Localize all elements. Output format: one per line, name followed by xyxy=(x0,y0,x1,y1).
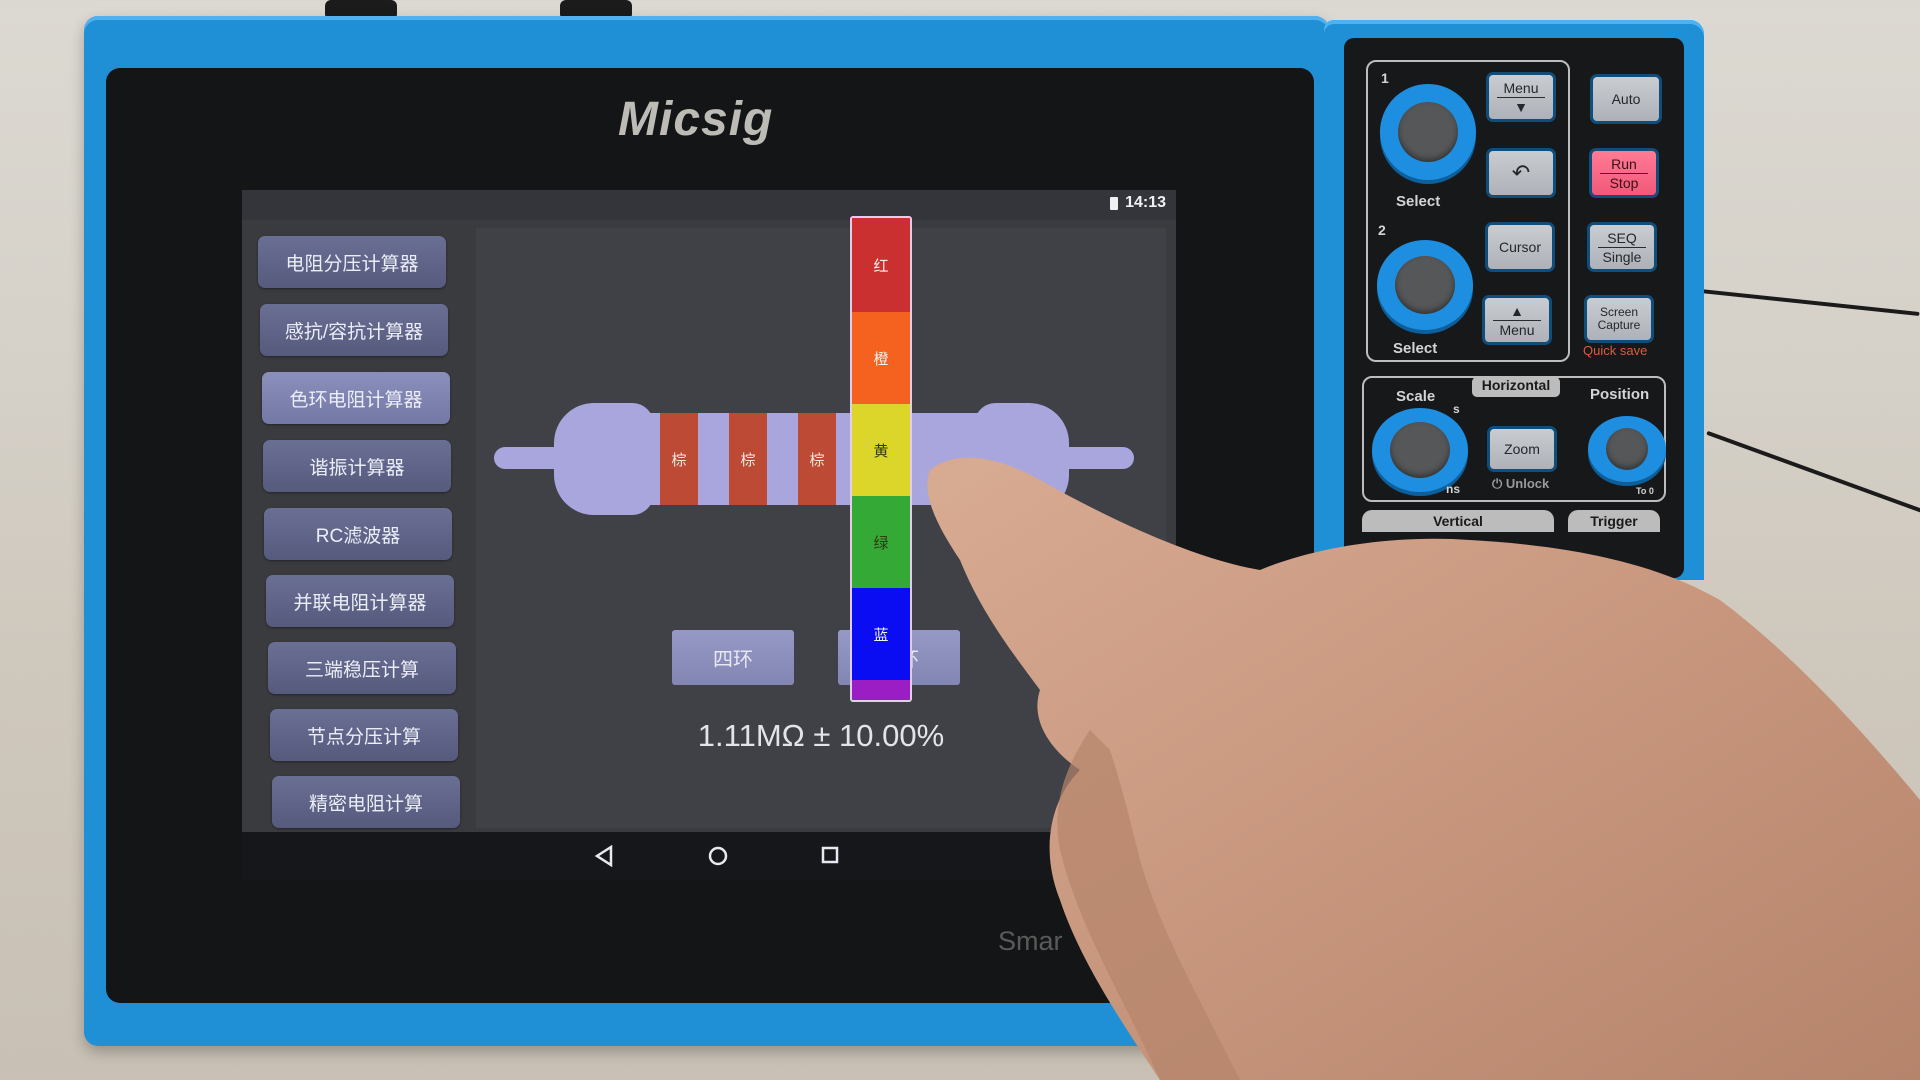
menu-item-reactance[interactable]: 感抗/容抗计算器 xyxy=(260,304,448,356)
resistor-lead-right xyxy=(1059,447,1134,469)
menu-item-rc-filter[interactable]: RC滤波器 xyxy=(264,508,452,560)
band-1[interactable]: 棕 xyxy=(660,413,698,505)
power-icon: ⏻ xyxy=(1492,476,1506,491)
power-cable xyxy=(1690,287,1920,317)
select-knob-1[interactable] xyxy=(1380,84,1476,180)
menu-item-precision-resistor[interactable]: 精密电阻计算 xyxy=(272,776,460,828)
select-label-1: Select xyxy=(1396,193,1441,210)
menu-down-label: Menu xyxy=(1503,79,1539,96)
color-option-label: 蓝 xyxy=(873,626,889,644)
menu-down-button[interactable]: Menu ▼ xyxy=(1486,72,1556,122)
color-option-label: 橙 xyxy=(873,350,889,368)
single-label: Single xyxy=(1602,248,1642,265)
resistor-graphic: 棕 棕 棕 xyxy=(494,393,1134,523)
knob-cap xyxy=(1606,428,1648,470)
menu-item-regulator[interactable]: 三端稳压计算 xyxy=(268,642,456,694)
color-option-violet[interactable] xyxy=(852,680,910,700)
run-stop-button[interactable]: Run Stop xyxy=(1589,148,1659,198)
band-2[interactable]: 棕 xyxy=(729,413,767,505)
band-3[interactable]: 棕 xyxy=(798,413,836,505)
triangle-down-icon: ▼ xyxy=(1514,98,1528,115)
triangle-up-icon: ▲ xyxy=(1510,302,1524,319)
menu-item-color-code[interactable]: 色环电阻计算器 xyxy=(262,372,450,424)
knob-cap xyxy=(1390,422,1450,478)
horizontal-label: Horizontal xyxy=(1472,377,1560,397)
scale-label: Scale xyxy=(1396,388,1436,405)
auto-label: Auto xyxy=(1611,91,1641,107)
brand-logo: Micsig xyxy=(618,93,774,146)
menu-up-label: Menu xyxy=(1499,321,1535,338)
cursor-label: Cursor xyxy=(1498,239,1541,255)
position-label: Position xyxy=(1590,386,1650,403)
menu-item-node-divider[interactable]: 节点分压计算 xyxy=(270,709,458,761)
seq-single-button[interactable]: SEQ Single xyxy=(1587,222,1657,272)
horizontal-scale-knob[interactable] xyxy=(1372,408,1468,492)
color-option-green[interactable]: 绿 xyxy=(852,496,910,588)
knob-cap xyxy=(1398,102,1458,162)
stop-label: Stop xyxy=(1609,174,1639,191)
color-option-red[interactable]: 红 xyxy=(852,218,910,312)
resistance-result: 1.11MΩ ± 10.00% xyxy=(697,718,945,753)
power-cable xyxy=(1706,430,1920,514)
auto-button[interactable]: Auto xyxy=(1590,74,1662,124)
status-time: 14:13 xyxy=(1125,194,1166,211)
model-label: Smar xyxy=(998,926,1063,956)
seconds-label: s xyxy=(1453,402,1460,416)
color-code-panel: 棕 棕 棕 四环 五环 1.11MΩ ± 10.00% xyxy=(476,228,1166,828)
color-option-orange[interactable]: 橙 xyxy=(852,312,910,404)
unlock-label: ⏻ Unlock xyxy=(1492,476,1549,492)
color-option-label: 绿 xyxy=(873,534,889,552)
status-bar: 14:13 xyxy=(242,190,1176,220)
knob-2-number: 2 xyxy=(1378,222,1386,238)
knob-cap xyxy=(1395,256,1455,314)
home-icon[interactable] xyxy=(707,845,729,867)
quick-save-label: Quick save xyxy=(1583,343,1648,358)
recents-icon[interactable] xyxy=(820,845,840,867)
nanoseconds-label: ns xyxy=(1446,482,1461,496)
band-1-label: 棕 xyxy=(671,451,687,469)
zoom-button[interactable]: Zoom xyxy=(1487,426,1557,472)
run-label: Run xyxy=(1611,155,1637,172)
menu-item-voltage-divider[interactable]: 电阻分压计算器 xyxy=(258,236,446,288)
select-label-2: Select xyxy=(1393,340,1438,357)
resistor-body: 棕 棕 棕 xyxy=(614,413,1014,505)
undo-arrow-icon: ↶ xyxy=(1511,160,1531,185)
cursor-button[interactable]: Cursor xyxy=(1485,222,1555,272)
menu-item-resonance[interactable]: 谐振计算器 xyxy=(263,440,451,492)
battery-icon xyxy=(1110,197,1118,210)
to-zero-label: To 0 xyxy=(1636,486,1654,496)
vertical-label: Vertical xyxy=(1362,510,1554,532)
android-nav-bar xyxy=(242,832,1176,880)
screen-capture-button[interactable]: Screen Capture xyxy=(1584,295,1654,343)
color-option-label: 红 xyxy=(873,257,889,275)
capture-label: Capture xyxy=(1597,318,1641,332)
zoom-label: Zoom xyxy=(1504,441,1540,457)
touch-screen[interactable]: 14:13 电阻分压计算器 感抗/容抗计算器 色环电阻计算器 谐振计算器 RC滤… xyxy=(242,190,1176,880)
four-band-button[interactable]: 四环 xyxy=(672,630,794,685)
knob-1-number: 1 xyxy=(1381,70,1389,86)
select-knob-2[interactable] xyxy=(1377,240,1473,330)
horizontal-position-knob[interactable] xyxy=(1588,416,1666,482)
trigger-label: Trigger xyxy=(1568,510,1660,532)
color-option-blue[interactable]: 蓝 xyxy=(852,588,910,680)
back-icon[interactable] xyxy=(594,845,614,867)
color-option-yellow[interactable]: 黄 xyxy=(852,404,910,496)
back-button[interactable]: ↶ xyxy=(1486,148,1556,198)
color-picker-dropdown[interactable]: 红 橙 黄 绿 蓝 xyxy=(850,216,912,702)
menu-item-parallel-resistor[interactable]: 并联电阻计算器 xyxy=(266,575,454,627)
menu-up-button[interactable]: ▲ Menu xyxy=(1482,295,1552,345)
band-2-label: 棕 xyxy=(740,451,756,469)
unlock-text: Unlock xyxy=(1505,476,1550,491)
color-option-label: 黄 xyxy=(873,442,889,460)
seq-label: SEQ xyxy=(1607,229,1637,246)
band-3-label: 棕 xyxy=(809,451,825,469)
